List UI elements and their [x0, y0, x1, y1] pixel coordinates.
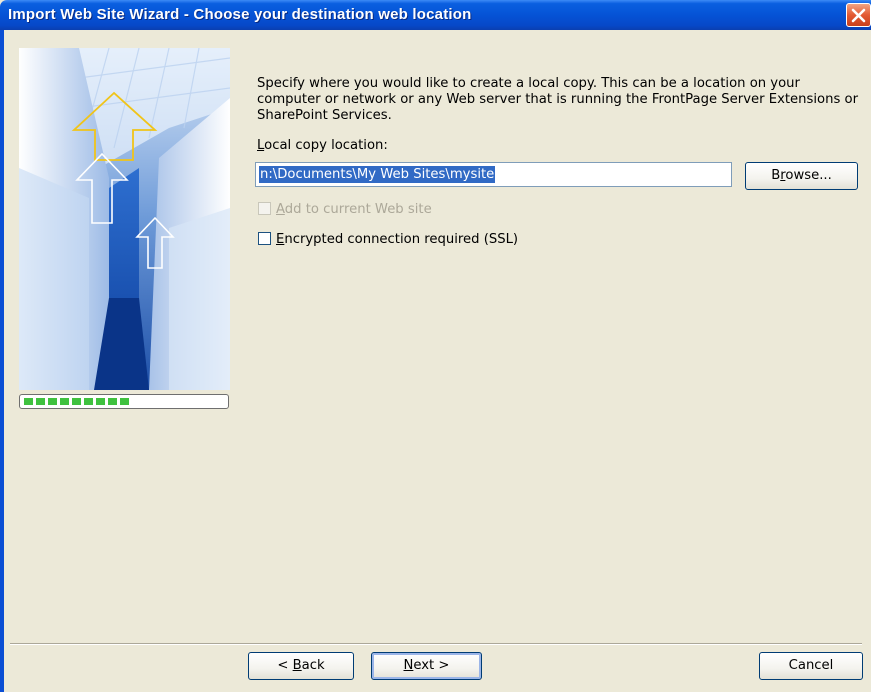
- next-button[interactable]: Next >: [371, 652, 482, 680]
- progress-segment: [120, 398, 129, 405]
- window-frame: [0, 30, 4, 692]
- local-copy-location-input[interactable]: n:\Documents\My Web Sites\mysite: [255, 162, 732, 187]
- close-icon: [851, 8, 866, 23]
- add-to-current-web-site-option: Add to current Web site: [258, 201, 432, 217]
- cancel-button[interactable]: Cancel: [759, 652, 863, 680]
- close-button[interactable]: [846, 3, 871, 27]
- progress-segment: [36, 398, 45, 405]
- progress-segment: [60, 398, 69, 405]
- wizard-banner-image: [19, 48, 230, 390]
- ssl-checkbox[interactable]: [258, 231, 271, 245]
- progress-segment: [24, 398, 33, 405]
- add-to-current-web-site-checkbox: [258, 201, 271, 215]
- wizard-progress-bar: [19, 394, 229, 409]
- instructions-text: Specify where you would like to create a…: [257, 76, 859, 123]
- window-title: Import Web Site Wizard - Choose your des…: [8, 6, 472, 23]
- footer-divider: [10, 643, 862, 645]
- ssl-option[interactable]: Encrypted connection required (SSL): [258, 231, 519, 247]
- title-bar[interactable]: Import Web Site Wizard - Choose your des…: [0, 0, 871, 30]
- local-copy-location-label: Local copy location:: [257, 138, 388, 153]
- ssl-label: Encrypted connection required (SSL): [276, 232, 519, 247]
- progress-segment: [96, 398, 105, 405]
- local-copy-location-value: n:\Documents\My Web Sites\mysite: [259, 166, 496, 183]
- progress-segment: [72, 398, 81, 405]
- progress-segment: [48, 398, 57, 405]
- browse-button[interactable]: Browse...: [745, 162, 858, 190]
- progress-segment: [108, 398, 117, 405]
- progress-segment: [84, 398, 93, 405]
- back-button[interactable]: < Back: [248, 652, 354, 680]
